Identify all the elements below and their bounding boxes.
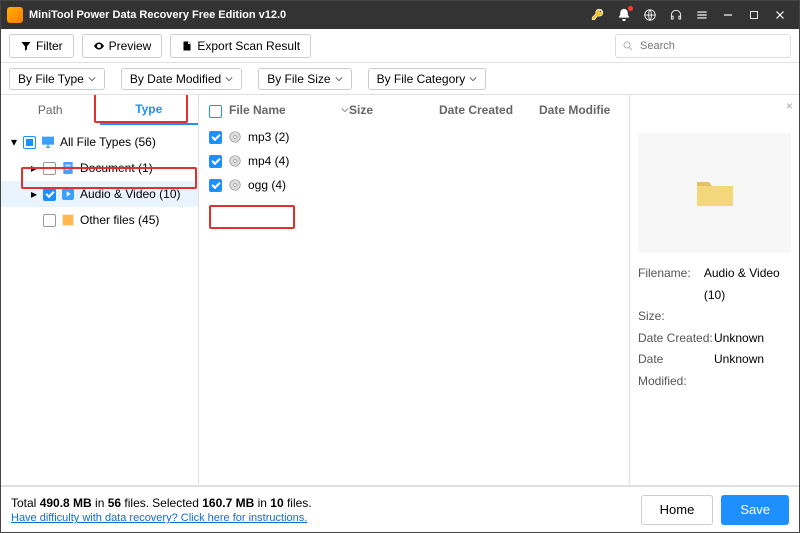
tree-item-document[interactable]: ▸ Document (1) [1,155,198,181]
sidebar-tabs: Path Type [1,95,198,125]
disc-icon [228,130,242,144]
meta-value: Audio & Video (10) [704,263,791,306]
file-row[interactable]: mp3 (2) [199,125,629,149]
preview-button[interactable]: Preview [82,34,163,58]
tree-item-other[interactable]: ▸ Other files (45) [1,207,198,233]
file-list-body: mp3 (2) mp4 (4) ogg (4) [199,125,629,485]
search-input[interactable] [638,39,784,53]
disc-icon [228,154,242,168]
folder-icon [695,176,735,210]
checkbox[interactable] [209,155,222,168]
funnel-icon [20,40,32,52]
preview-label: Preview [109,39,152,53]
chevron-down-icon [225,75,233,83]
toolbar: Filter Preview Export Scan Result [1,29,799,63]
export-icon [181,40,193,52]
meta-value: Unknown [714,349,764,392]
file-name: mp3 (2) [248,130,289,144]
tree-label: Document (1) [80,161,153,175]
file-list-header: File Name Size Date Created Date Modifie [199,95,629,125]
close-button[interactable] [767,2,793,28]
bell-icon[interactable] [611,2,637,28]
tree-label: Other files (45) [80,213,159,227]
meta-label: Date Created: [638,328,714,350]
search-icon [622,40,634,52]
caret-down-icon[interactable]: ▾ [9,135,19,149]
chevron-down-icon [469,75,477,83]
tree-label: All File Types (56) [60,135,156,149]
disc-icon [228,178,242,192]
document-icon [60,160,76,176]
sidebar: Path Type ▾ All File Types (56) ▸ Docume… [1,95,199,485]
av-icon [60,186,76,202]
maximize-button[interactable] [741,2,767,28]
footer-stats: Total 490.8 MB in 56 files. Selected 160… [11,495,312,512]
app-title: MiniTool Power Data Recovery Free Editio… [29,9,286,21]
file-row[interactable]: ogg (4) [199,173,629,197]
export-label: Export Scan Result [197,39,300,53]
app-window: MiniTool Power Data Recovery Free Editio… [0,0,800,533]
meta-label: Date Modified: [638,349,714,392]
tree-root[interactable]: ▾ All File Types (56) [1,129,198,155]
caret-right-icon[interactable]: ▸ [29,187,39,201]
caret-right-icon[interactable]: ▸ [29,161,39,175]
select-all-checkbox[interactable] [209,105,222,118]
meta-label: Filename: [638,263,704,306]
preview-pane: × Filename:Audio & Video (10) Size: Date… [629,95,799,485]
filter-by-date[interactable]: By Date Modified [121,68,242,90]
filter-by-category[interactable]: By File Category [368,68,487,90]
preview-metadata: Filename:Audio & Video (10) Size: Date C… [638,263,791,393]
minimize-button[interactable] [715,2,741,28]
file-list: File Name Size Date Created Date Modifie… [199,95,629,485]
col-date-modified[interactable]: Date Modifie [539,103,629,117]
tree: ▾ All File Types (56) ▸ Document (1) ▸ A… [1,125,198,485]
checkbox[interactable] [209,179,222,192]
footer: Total 490.8 MB in 56 files. Selected 160… [1,486,799,532]
export-button[interactable]: Export Scan Result [170,34,311,58]
filter-by-type[interactable]: By File Type [9,68,105,90]
main-panel: File Name Size Date Created Date Modifie… [199,95,799,485]
file-name: ogg (4) [248,178,286,192]
help-link[interactable]: Have difficulty with data recovery? Clic… [11,512,312,524]
tab-path[interactable]: Path [1,95,100,125]
other-icon [60,212,76,228]
close-preview-icon[interactable]: × [786,99,793,113]
chevron-down-icon [335,75,343,83]
titlebar: MiniTool Power Data Recovery Free Editio… [1,1,799,29]
globe-icon[interactable] [637,2,663,28]
menu-icon[interactable] [689,2,715,28]
checkbox[interactable] [23,136,36,149]
filter-by-size[interactable]: By File Size [258,68,351,90]
checkbox[interactable] [43,188,56,201]
chevron-down-icon [341,106,349,114]
tree-label: Audio & Video (10) [80,187,181,201]
meta-value: Unknown [714,328,764,350]
save-button[interactable]: Save [721,495,789,525]
filter-bar: By File Type By Date Modified By File Si… [1,63,799,95]
meta-label: Size: [638,306,714,328]
col-size[interactable]: Size [349,103,439,117]
app-logo-icon [7,7,23,23]
col-date-created[interactable]: Date Created [439,103,539,117]
filter-button[interactable]: Filter [9,34,74,58]
file-name: mp4 (4) [248,154,289,168]
tab-type[interactable]: Type [100,95,199,125]
content-area: Path Type ▾ All File Types (56) ▸ Docume… [1,95,799,486]
search-box[interactable] [615,34,791,58]
home-button[interactable]: Home [641,495,714,525]
key-icon[interactable] [585,2,611,28]
tree-item-audio-video[interactable]: ▸ Audio & Video (10) [1,181,198,207]
checkbox[interactable] [43,214,56,227]
chevron-down-icon [88,75,96,83]
checkbox[interactable] [209,131,222,144]
checkbox[interactable] [43,162,56,175]
preview-thumbnail [638,133,791,253]
file-row[interactable]: mp4 (4) [199,149,629,173]
col-filename[interactable]: File Name [229,103,349,117]
filter-label: Filter [36,39,63,53]
eye-icon [93,40,105,52]
headset-icon[interactable] [663,2,689,28]
monitor-icon [40,134,56,150]
